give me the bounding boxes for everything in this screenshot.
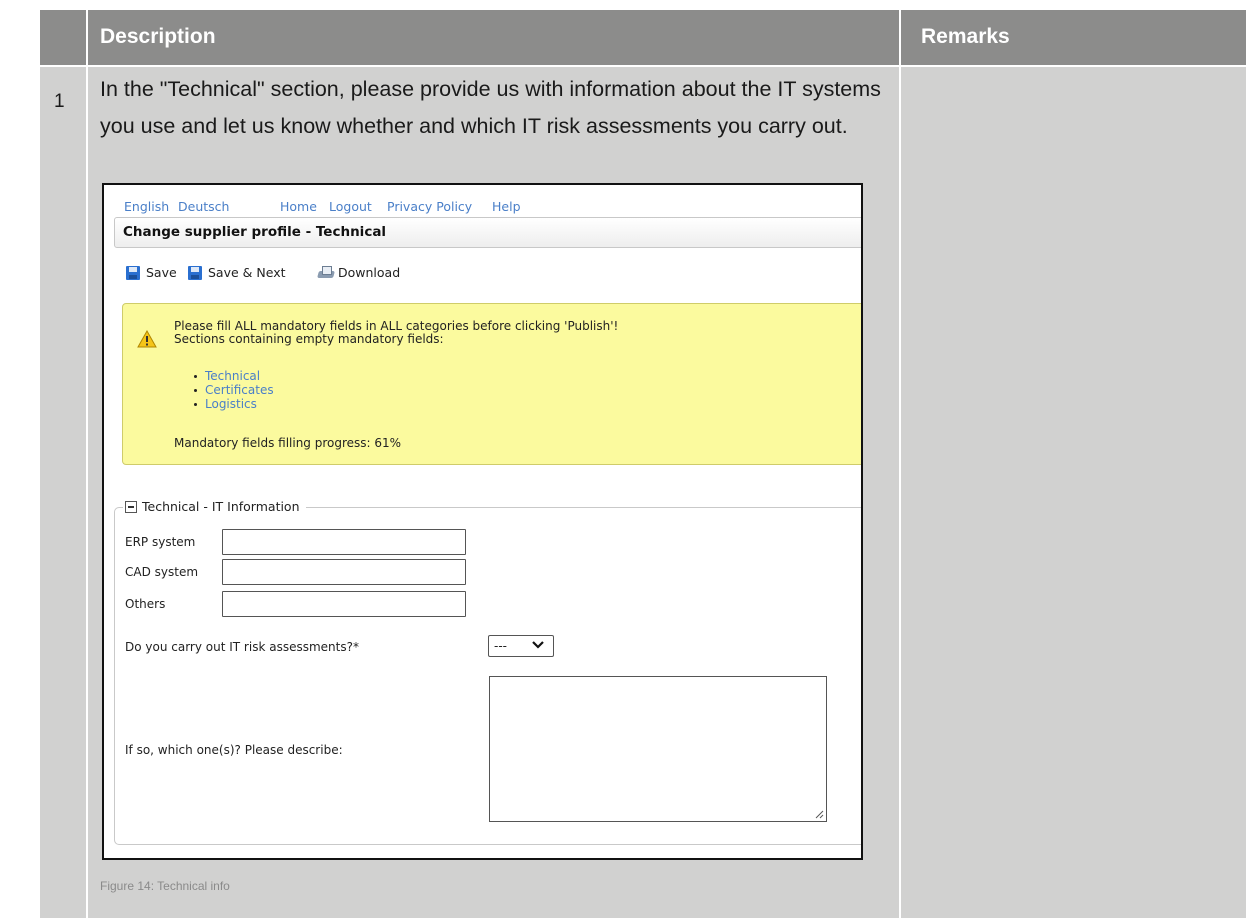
nav-link-logout[interactable]: Logout [329, 199, 372, 214]
risk-description-textarea[interactable] [489, 676, 827, 822]
section-link-certificates[interactable]: Certificates [194, 384, 274, 398]
it-risk-assessment-select[interactable]: --- [488, 635, 554, 657]
warning-icon [137, 330, 157, 348]
header-remarks-cell: Remarks [901, 10, 1246, 65]
cad-system-label: CAD system [125, 565, 199, 579]
printer-icon [317, 265, 335, 280]
nav-link-privacy-policy[interactable]: Privacy Policy [387, 199, 472, 214]
nav-link-english[interactable]: English [124, 199, 169, 214]
row-description-cell: In the "Technical" section, please provi… [88, 67, 899, 918]
header-description: Description [100, 25, 216, 48]
row-remarks-cell [901, 67, 1246, 918]
floppy-disk-icon [126, 265, 140, 280]
warning-sections-heading: Sections containing empty mandatory fiel… [174, 332, 444, 346]
it-risk-assessment-label: Do you carry out IT risk assessments?* [125, 640, 359, 654]
save-button[interactable]: Save [126, 265, 177, 280]
header-description-cell: Description [88, 10, 899, 65]
embedded-screenshot: English Deutsch Home Logout Privacy Poli… [102, 183, 863, 860]
erp-system-label: ERP system [125, 535, 196, 549]
fieldset-legend[interactable]: Technical - IT Information [123, 499, 306, 514]
instructions-table: Description Remarks 1 In the "Technical"… [40, 10, 1246, 918]
it-information-fieldset: Technical - IT Information ERP system CA… [114, 499, 861, 845]
nav-link-help[interactable]: Help [492, 199, 521, 214]
nav-link-home[interactable]: Home [280, 199, 317, 214]
section-link-technical[interactable]: Technical [194, 370, 274, 384]
row-description-text: In the "Technical" section, please provi… [100, 77, 881, 138]
row-number-cell: 1 [40, 67, 86, 918]
nav-link-deutsch[interactable]: Deutsch [178, 199, 229, 214]
others-input[interactable] [222, 591, 466, 617]
header-number-cell [40, 10, 86, 65]
header-remarks: Remarks [921, 25, 1010, 48]
page-title-bar: Change supplier profile - Technical [114, 217, 861, 248]
others-label: Others [125, 597, 166, 611]
resize-grip-icon[interactable] [814, 809, 824, 819]
cad-system-input[interactable] [222, 559, 466, 585]
page-title: Change supplier profile - Technical [123, 224, 387, 240]
fieldset-legend-label: Technical - IT Information [142, 499, 300, 514]
download-button-label: Download [338, 265, 401, 280]
figure-caption: Figure 14: Technical info [100, 879, 230, 893]
row-number: 1 [54, 91, 65, 112]
save-next-button-label: Save & Next [208, 265, 286, 280]
save-and-next-button[interactable]: Save & Next [188, 265, 286, 280]
section-link-logistics[interactable]: Logistics [194, 398, 274, 412]
collapse-icon[interactable] [125, 500, 137, 513]
empty-sections-list: Technical Certificates Logistics [194, 370, 274, 412]
erp-system-input[interactable] [222, 529, 466, 555]
floppy-disk-icon [188, 265, 202, 280]
download-button[interactable]: Download [317, 265, 400, 280]
mandatory-fields-warning: Please fill ALL mandatory fields in ALL … [122, 303, 861, 465]
select-value: --- [494, 639, 507, 653]
chevron-down-icon [532, 641, 544, 649]
filling-progress-text: Mandatory fields filling progress: 61% [174, 436, 402, 450]
risk-description-label: If so, which one(s)? Please describe: [125, 743, 343, 757]
save-button-label: Save [146, 265, 177, 280]
